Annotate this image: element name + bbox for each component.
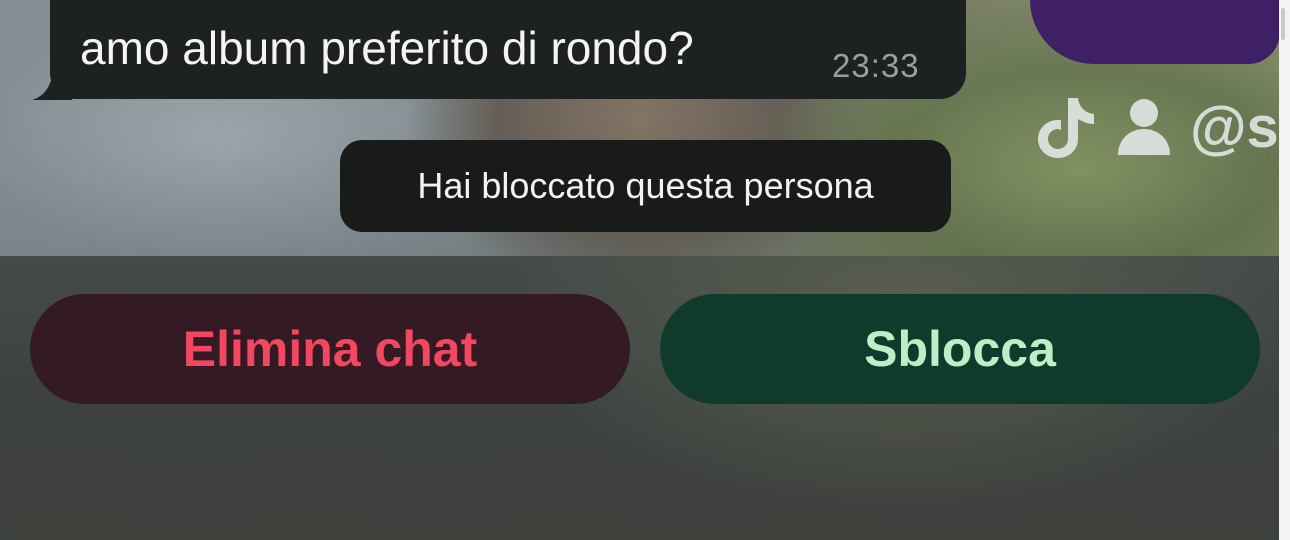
watermark-handle: @s xyxy=(1190,94,1279,160)
blocked-notice-text: Hai bloccato questa persona xyxy=(417,165,874,206)
scrollbar-track[interactable] xyxy=(1279,0,1290,540)
tiktok-icon xyxy=(1038,98,1094,158)
bubble-tail xyxy=(32,66,72,100)
tiktok-watermark: @s xyxy=(1034,92,1279,162)
person-icon xyxy=(1118,99,1170,155)
incoming-message-bubble[interactable]: amo album preferito di rondo? 23:33 xyxy=(50,0,966,99)
delete-chat-button[interactable]: Elimina chat xyxy=(30,294,630,404)
scrollbar-thumb[interactable] xyxy=(1281,8,1285,40)
message-timestamp: 23:33 xyxy=(832,47,920,84)
wallpaper-purple-shape xyxy=(1030,0,1280,64)
message-text: amo album preferito di rondo? xyxy=(80,22,694,74)
blocked-notice: Hai bloccato questa persona xyxy=(340,140,951,232)
unblock-button[interactable]: Sblocca xyxy=(660,294,1260,404)
